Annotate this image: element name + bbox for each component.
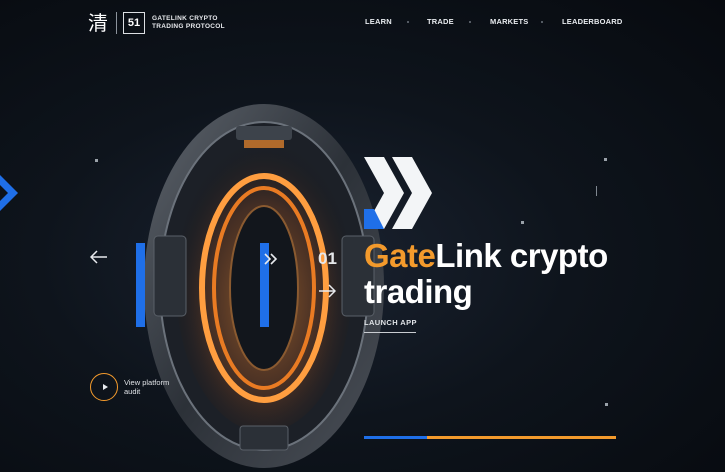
hero-page: 清 51 GATELINK CRYPTO TRADING PROTOCOL LE…	[0, 0, 725, 472]
decor-tick	[596, 186, 597, 196]
nav-leaderboard[interactable]: LEADERBOARD	[562, 17, 623, 26]
prev-slide-arrow-icon[interactable]	[90, 250, 108, 264]
launch-app-button[interactable]: LAUNCH APP	[364, 318, 417, 327]
nav-markets[interactable]: MARKETS	[490, 17, 528, 26]
decor-dot	[604, 158, 607, 161]
main-nav: LEARN TRADE MARKETS LEADERBOARD	[0, 17, 725, 29]
launch-underline	[364, 332, 416, 333]
slide-progress	[364, 436, 616, 439]
edge-chevron-icon	[0, 175, 18, 211]
nav-learn[interactable]: LEARN	[365, 17, 392, 26]
headline-line-1: GateLink crypto	[364, 238, 608, 274]
decor-dot	[521, 221, 524, 224]
next-slide-arrow-icon[interactable]	[318, 284, 336, 298]
nav-separator	[541, 21, 543, 23]
play-video-button[interactable]	[90, 373, 118, 401]
progress-segment-orange	[427, 436, 616, 439]
accent-bar-left	[136, 243, 145, 327]
play-icon	[102, 384, 108, 390]
headline-accent: Gate	[364, 237, 436, 274]
progress-segment-blue	[364, 436, 427, 439]
decor-dot	[95, 159, 98, 162]
decor-dot	[605, 403, 608, 406]
nav-trade[interactable]: TRADE	[427, 17, 454, 26]
double-chevron-icon	[364, 157, 432, 229]
headline-rest: Link crypto	[435, 237, 608, 274]
video-label[interactable]: View platform audit	[124, 378, 184, 396]
nav-separator	[407, 21, 409, 23]
slide-number: 01	[318, 249, 337, 268]
nav-separator	[469, 21, 471, 23]
hero-headline: GateLink crypto trading	[364, 238, 608, 310]
small-chevron-icon	[264, 253, 278, 265]
headline-line-2: trading	[364, 273, 473, 310]
